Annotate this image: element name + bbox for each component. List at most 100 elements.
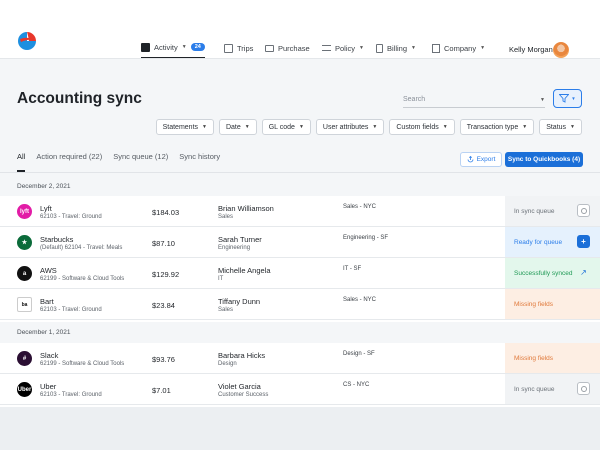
merchant-logo-icon: ★ bbox=[17, 235, 32, 250]
chevron-down-icon: ▼ bbox=[298, 124, 304, 130]
export-icon bbox=[467, 156, 473, 163]
nav-billing[interactable]: Billing ▼ bbox=[376, 38, 416, 58]
sync-status-label: In sync queue bbox=[514, 385, 555, 393]
chevron-down-icon: ▼ bbox=[480, 45, 486, 51]
filter-date[interactable]: Date ▼ bbox=[218, 119, 257, 135]
chevron-down-icon: ▼ bbox=[571, 96, 576, 101]
merchant-logo-text: a bbox=[22, 270, 27, 277]
table-row[interactable]: Uber Uber 62103 - Travel: Ground $7.01 Viole… bbox=[0, 374, 600, 405]
nav-purchase[interactable]: Purchase bbox=[265, 38, 310, 58]
sync-status: In sync queue bbox=[505, 374, 600, 404]
sync-status-label: Ready for queue bbox=[514, 238, 563, 246]
user-name[interactable]: Kelly Morgan bbox=[509, 45, 553, 54]
gl-code: 62199 - Software & Cloud Tools bbox=[40, 276, 125, 282]
external-link-icon[interactable]: ↗ bbox=[577, 266, 590, 279]
filter-gl-code-label: GL code bbox=[268, 123, 295, 131]
merchant-name: AWS bbox=[40, 266, 57, 275]
filter-icon bbox=[559, 94, 570, 103]
filter-user-attributes[interactable]: User attributes ▼ bbox=[315, 119, 385, 135]
chevron-down-icon: ▼ bbox=[570, 124, 575, 130]
nav-trips[interactable]: Trips bbox=[224, 38, 253, 58]
tab-action-required[interactable]: Action required (22) bbox=[36, 152, 102, 172]
gl-code: 62103 - Travel: Ground bbox=[40, 392, 102, 398]
sync-to-quickbooks-button[interactable]: Sync to Quickbooks (4) bbox=[505, 152, 583, 167]
queue-remove-icon[interactable] bbox=[577, 382, 590, 395]
chevron-down-icon: ▼ bbox=[411, 45, 416, 51]
sync-status: Ready for queue + bbox=[505, 227, 600, 257]
employee-name: Brian Williamson bbox=[218, 204, 274, 213]
filter-statements[interactable]: Statements ▼ bbox=[155, 119, 214, 135]
employee-name: Violet Garcia bbox=[218, 382, 261, 391]
page-footer-area bbox=[0, 407, 600, 450]
employee-name: Tiffany Dunn bbox=[218, 297, 261, 306]
sync-status: Missing fields bbox=[505, 343, 600, 373]
filter-gl-code[interactable]: GL code ▼ bbox=[261, 119, 311, 135]
nav-purchase-label: Purchase bbox=[278, 43, 310, 53]
amount: $129.92 bbox=[152, 270, 180, 279]
activity-icon bbox=[141, 42, 150, 52]
suitcase-icon bbox=[224, 43, 233, 53]
table-row[interactable]: ba Bart 62103 - Travel: Ground $23.84 Tiffan… bbox=[0, 289, 600, 320]
merchant-name: Slack bbox=[40, 351, 59, 360]
export-button[interactable]: Export bbox=[460, 152, 502, 167]
sync-status-label: Missing fields bbox=[514, 354, 554, 362]
filter-status[interactable]: Status ▼ bbox=[539, 119, 582, 135]
nav-activity[interactable]: Activity ▼ 24 bbox=[141, 37, 205, 59]
merchant-logo-icon: lyft bbox=[17, 204, 32, 219]
table-row[interactable]: a AWS 62199 - Software & Cloud Tools $129.9… bbox=[0, 258, 600, 289]
group-date: December 1, 2021 bbox=[17, 329, 71, 336]
filter-button[interactable]: ▼ bbox=[553, 89, 582, 108]
nav-trips-label: Trips bbox=[237, 43, 254, 53]
queue-remove-icon[interactable] bbox=[577, 204, 590, 217]
date-group-header: December 1, 2021 bbox=[0, 322, 600, 344]
merchant-logo-text: ★ bbox=[21, 240, 28, 246]
top-nav: Activity ▼ 24 Trips Purchase Policy ▼ Bi… bbox=[0, 0, 600, 59]
department-location: Engineering - SF bbox=[343, 235, 389, 241]
brand-logo-icon[interactable] bbox=[16, 30, 38, 52]
department-location: Sales - NYC bbox=[343, 297, 377, 303]
amount: $184.03 bbox=[152, 208, 180, 217]
department: Design bbox=[218, 361, 237, 367]
divider bbox=[0, 172, 600, 173]
date-group-header: December 2, 2021 bbox=[0, 176, 600, 198]
filter-transaction-type-label: Transaction type bbox=[466, 123, 519, 131]
amount: $7.01 bbox=[152, 386, 171, 395]
chevron-down-icon: ▼ bbox=[442, 124, 448, 130]
nav-activity-label: Activity bbox=[154, 42, 178, 52]
table-row[interactable]: # Slack 62199 - Software & Cloud Tools $93.… bbox=[0, 343, 600, 374]
sync-status-label: Missing fields bbox=[514, 300, 554, 308]
sync-status-label: In sync queue bbox=[514, 207, 555, 215]
table-row[interactable]: lyft Lyft 62103 - Travel: Ground $184.03 Bri… bbox=[0, 196, 600, 227]
nav-company-label: Company bbox=[444, 43, 477, 53]
sync-status-label: Successfully synced bbox=[514, 269, 573, 277]
page-title: Accounting sync bbox=[17, 90, 142, 107]
nav-company[interactable]: Company ▼ bbox=[432, 38, 485, 58]
gl-code: 62103 - Travel: Ground bbox=[40, 307, 102, 313]
merchant-logo-text: lyft bbox=[20, 208, 29, 215]
department-location: CS - NYC bbox=[343, 382, 370, 388]
department-location: Design - SF bbox=[343, 351, 375, 357]
gl-code: 62103 - Travel: Ground bbox=[40, 214, 102, 220]
amount: $23.84 bbox=[152, 301, 175, 310]
table-row[interactable]: ★ Starbucks (Default) 62104 - Travel: Meal… bbox=[0, 227, 600, 258]
tab-sync-queue[interactable]: Sync queue (12) bbox=[113, 152, 168, 172]
amount: $93.76 bbox=[152, 355, 175, 364]
add-to-queue-icon[interactable]: + bbox=[577, 235, 590, 248]
tab-sync-history[interactable]: Sync history bbox=[179, 152, 220, 172]
chevron-down-icon: ▼ bbox=[181, 44, 187, 50]
nav-billing-label: Billing bbox=[387, 43, 408, 53]
filter-custom-fields[interactable]: Custom fields ▼ bbox=[389, 119, 455, 135]
employee-name: Barbara Hicks bbox=[218, 351, 266, 360]
department: Sales bbox=[218, 214, 234, 220]
employee-name: Michelle Angela bbox=[218, 266, 271, 275]
department: Engineering bbox=[218, 245, 251, 251]
merchant-name: Starbucks bbox=[40, 235, 74, 244]
search-input[interactable]: Search ▼ bbox=[403, 92, 545, 108]
tab-all[interactable]: All bbox=[17, 152, 26, 172]
department-location: IT - SF bbox=[343, 266, 362, 272]
filter-transaction-type[interactable]: Transaction type ▼ bbox=[459, 119, 535, 135]
building-icon bbox=[432, 43, 440, 53]
avatar[interactable] bbox=[553, 42, 569, 58]
nav-policy[interactable]: Policy ▼ bbox=[322, 38, 364, 58]
department: IT bbox=[218, 276, 224, 282]
